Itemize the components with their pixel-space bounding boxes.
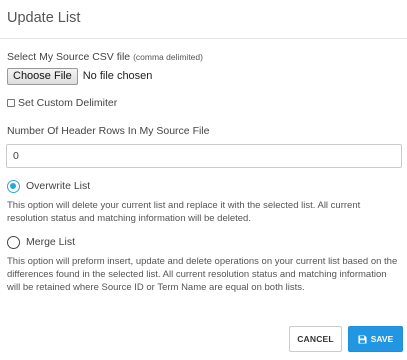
overwrite-description: This option will delete your current lis… bbox=[7, 200, 361, 224]
file-status: No file chosen bbox=[82, 70, 153, 82]
custom-delimiter-label: Set Custom Delimiter bbox=[18, 97, 118, 109]
overwrite-label: Overwrite List bbox=[26, 180, 91, 192]
save-button[interactable]: SAVE bbox=[348, 326, 403, 352]
cancel-button[interactable]: CANCEL bbox=[289, 326, 342, 352]
overwrite-radio[interactable] bbox=[7, 179, 20, 193]
dialog-footer: CANCEL SAVE bbox=[289, 326, 403, 352]
dialog-title: Update List bbox=[7, 10, 81, 26]
merge-label: Merge List bbox=[26, 236, 76, 248]
choose-file-button[interactable]: Choose File bbox=[7, 67, 78, 85]
header-rows-label: Number Of Header Rows In My Source File bbox=[7, 125, 210, 137]
dialog-header: Update List bbox=[0, 0, 407, 39]
source-file-label-note: (comma delimited) bbox=[133, 52, 203, 62]
overwrite-option[interactable]: Overwrite List bbox=[7, 178, 400, 194]
custom-delimiter-checkbox[interactable] bbox=[7, 99, 15, 107]
header-rows-input[interactable] bbox=[6, 144, 402, 168]
source-file-label: Select My Source CSV file (comma delimit… bbox=[7, 51, 400, 63]
floppy-disk-icon bbox=[358, 334, 367, 344]
merge-radio[interactable] bbox=[7, 235, 20, 249]
merge-option[interactable]: Merge List bbox=[7, 234, 400, 250]
source-file-label-text: Select My Source CSV file bbox=[7, 51, 131, 63]
save-button-label: SAVE bbox=[370, 334, 394, 344]
dialog-body: Select My Source CSV file (comma delimit… bbox=[0, 39, 407, 294]
file-picker: Choose File No file chosen bbox=[7, 67, 400, 85]
merge-description: This option will preform insert, update … bbox=[7, 256, 398, 293]
custom-delimiter-row[interactable]: Set Custom Delimiter bbox=[7, 96, 400, 110]
